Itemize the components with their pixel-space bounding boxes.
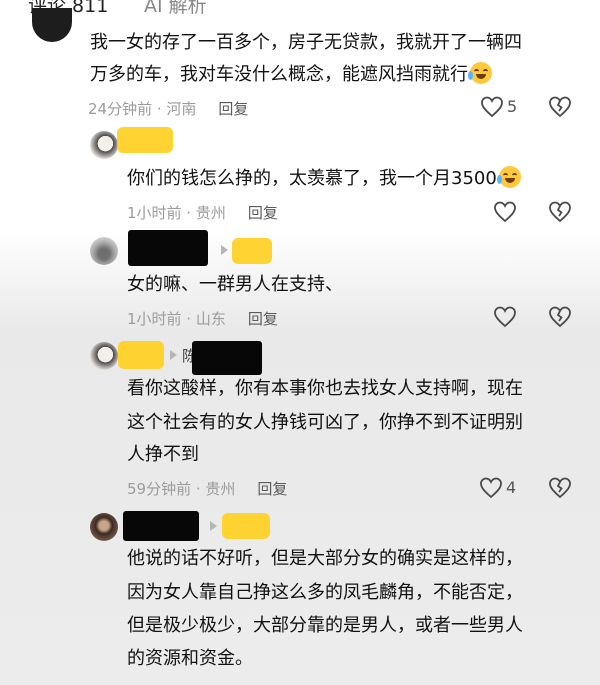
avatar[interactable] bbox=[90, 513, 118, 541]
comment-text-line: 的资源和资金。 bbox=[127, 648, 253, 669]
reply-button[interactable]: 回复 bbox=[218, 100, 248, 118]
comment-text-line: 人挣不到 bbox=[127, 444, 199, 465]
username-sticker bbox=[117, 127, 173, 153]
redacted-username bbox=[123, 511, 199, 541]
comment-text-line: 看你这酸样，你有本事你也去找女人支持啊，现在 bbox=[127, 378, 523, 399]
dislike-broken-heart-icon[interactable] bbox=[548, 200, 572, 224]
comment-text-line: 这个社会有的女人挣钱可凶了，你挣不到不证明别 bbox=[127, 412, 523, 433]
reply-arrow-icon bbox=[210, 521, 217, 531]
comment-meta: 59分钟前 · 贵州 回复 bbox=[127, 478, 287, 499]
reply-button[interactable]: 回复 bbox=[257, 480, 287, 498]
username-sticker bbox=[222, 513, 270, 539]
comment-meta: 1小时前 · 山东 回复 bbox=[127, 308, 278, 329]
like-heart-icon[interactable] bbox=[479, 476, 503, 500]
like-heart-icon[interactable] bbox=[480, 95, 504, 119]
redacted-username bbox=[128, 230, 208, 266]
comment-meta: 1小时前 · 贵州 回复 bbox=[127, 202, 278, 223]
redacted-username bbox=[192, 341, 262, 375]
reply-button[interactable]: 回复 bbox=[248, 204, 278, 222]
comment-text-line: 但是极少极少，大部分靠的是男人，或者一些男人 bbox=[127, 615, 523, 636]
comment-text-line: 万多的车，我对车没什么概念，能遮风挡雨就行 bbox=[90, 58, 492, 92]
comment-text-line: 你们的钱怎么挣的，太羡慕了，我一个月3500 bbox=[127, 162, 521, 196]
tab-ai-analysis[interactable]: AI 解析 bbox=[144, 0, 207, 18]
username-sticker bbox=[232, 238, 272, 264]
comment-text-line: 他说的话不好听，但是大部分女的确实是这样的， bbox=[127, 548, 523, 569]
like-count: 5 bbox=[507, 97, 518, 116]
laughing-crying-emoji-icon bbox=[468, 62, 492, 84]
comment-text-line: 女的嘛、一群男人在支持、 bbox=[127, 274, 343, 295]
timestamp-location: 1小时前 · 山东 bbox=[127, 310, 226, 328]
timestamp-location: 1小时前 · 贵州 bbox=[127, 204, 226, 222]
reply-arrow-icon bbox=[221, 245, 228, 255]
username-sticker bbox=[118, 341, 164, 369]
like-count: 4 bbox=[506, 478, 517, 497]
timestamp-location: 59分钟前 · 贵州 bbox=[127, 480, 236, 498]
timestamp-location: 24分钟前 · 河南 bbox=[88, 100, 197, 118]
avatar[interactable] bbox=[32, 8, 72, 42]
crying-emoji-icon bbox=[496, 166, 521, 188]
avatar[interactable] bbox=[90, 237, 118, 265]
comment-text-line: 我一女的存了一百多个，房子无贷款，我就开了一辆四 bbox=[90, 32, 522, 53]
comment-text-line: 因为女人靠自己挣这么多的凤毛麟角，不能否定， bbox=[127, 582, 523, 603]
avatar[interactable] bbox=[90, 131, 118, 159]
like-heart-icon[interactable] bbox=[493, 200, 517, 224]
like-heart-icon[interactable] bbox=[493, 305, 517, 329]
reply-button[interactable]: 回复 bbox=[248, 310, 278, 328]
comment-meta: 24分钟前 · 河南 回复 bbox=[88, 98, 248, 119]
avatar[interactable] bbox=[90, 342, 118, 370]
reply-arrow-icon bbox=[170, 350, 177, 360]
dislike-broken-heart-icon[interactable] bbox=[548, 305, 572, 329]
dislike-broken-heart-icon[interactable] bbox=[548, 476, 572, 500]
dislike-broken-heart-icon[interactable] bbox=[548, 95, 572, 119]
